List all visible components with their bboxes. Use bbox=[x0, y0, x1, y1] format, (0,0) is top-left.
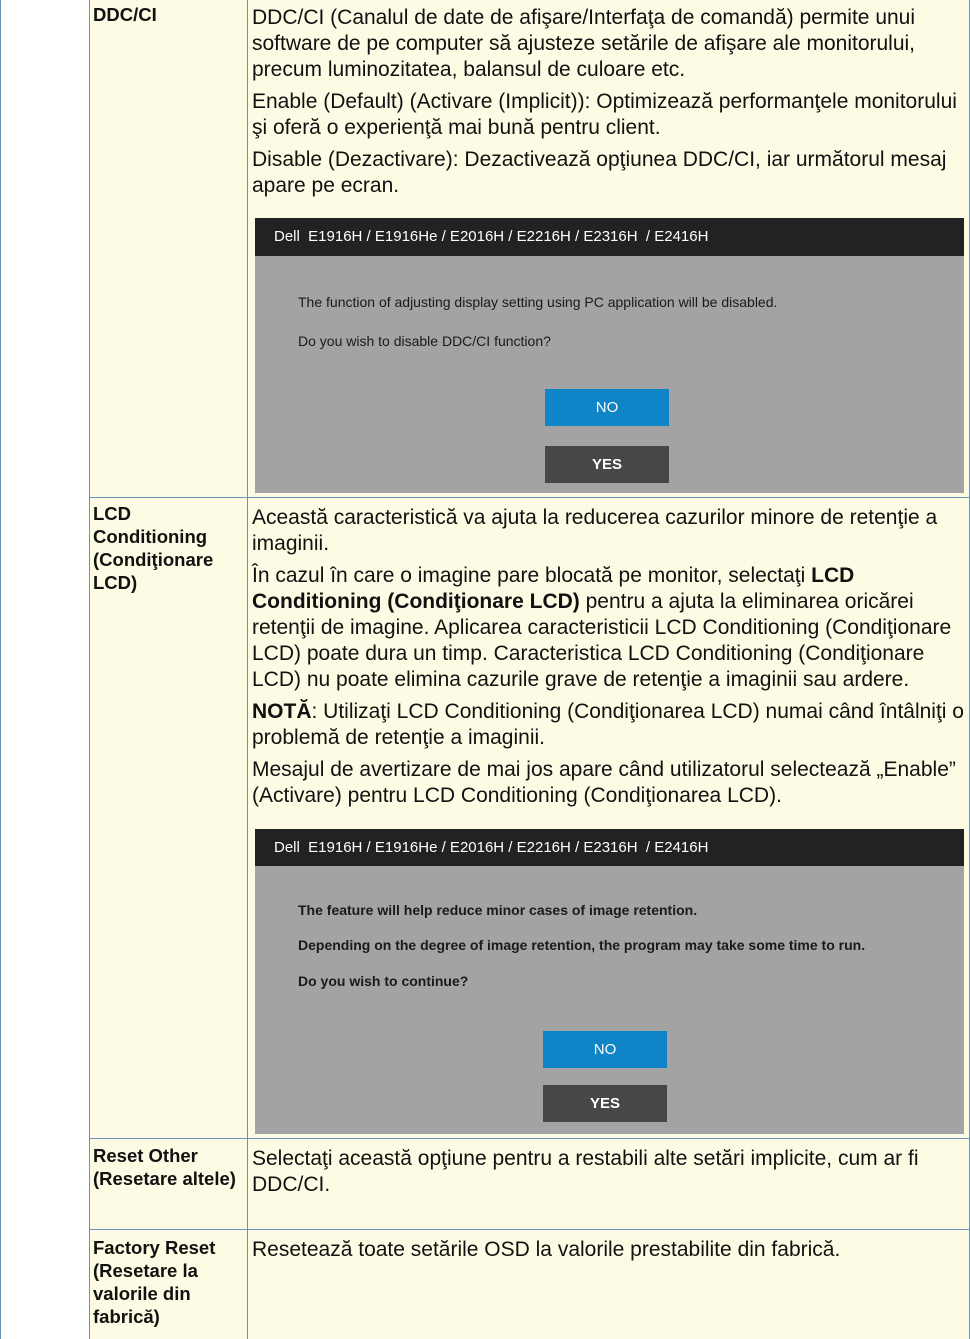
osd-message: The function of adjusting display settin… bbox=[298, 294, 778, 310]
ddc-paragraph-1: DDC/CI (Canalul de date de afişare/Inter… bbox=[252, 6, 916, 81]
table-border-left bbox=[0, 0, 1, 1339]
ddc-label-cell bbox=[90, 0, 247, 497]
lcd-label-cell bbox=[90, 498, 247, 1138]
row-divider bbox=[89, 1229, 970, 1230]
lcd-paragraph-2: În cazul în care o imagine pare blocată … bbox=[252, 563, 970, 693]
ddc-label: DDC/CI bbox=[93, 4, 157, 25]
row-divider bbox=[89, 1138, 970, 1139]
osd-title-bar: Dell E1916H / E1916He / E2016H / E2216H … bbox=[255, 829, 964, 866]
factory-reset-label: Factory Reset (Resetare la valorile din … bbox=[93, 1237, 216, 1327]
lcd-paragraph-4: Mesajul de avertizare de mai jos apare c… bbox=[252, 758, 956, 807]
osd-message: Depending on the degree of image retenti… bbox=[298, 937, 866, 953]
lcd-osd-dialog: Dell E1916H / E1916He / E2016H / E2216H … bbox=[255, 829, 964, 1134]
ddc-paragraph-2: Enable (Default) (Activare (Implicit)): … bbox=[252, 90, 957, 139]
reset-other-description: Selectaţi această opţiune pentru a resta… bbox=[252, 1147, 919, 1196]
ddc-paragraph-3: Disable (Dezactivare): Dezactivează opţi… bbox=[252, 148, 947, 197]
osd-question: Do you wish to continue? bbox=[298, 973, 469, 989]
ddc-osd-dialog: Dell E1916H / E1916He / E2016H / E2216H … bbox=[255, 218, 964, 493]
settings-table: DDC/CI DDC/CI (Canalul de date de afişar… bbox=[0, 0, 970, 1339]
lcd-paragraph-2-text: În cazul în care o imagine pare blocată … bbox=[252, 564, 812, 587]
factory-reset-description: Resetează toate setările OSD la valorile… bbox=[252, 1238, 841, 1261]
osd-message: The feature will help reduce minor cases… bbox=[298, 902, 698, 918]
osd-no-button[interactable]: NO bbox=[545, 389, 669, 426]
reset-other-label: Reset Other (Resetare altele) bbox=[93, 1145, 236, 1189]
lcd-description: Această caracteristică va ajuta la reduc… bbox=[252, 505, 970, 809]
osd-no-button[interactable]: NO bbox=[543, 1031, 667, 1068]
osd-yes-button[interactable]: YES bbox=[543, 1085, 667, 1122]
osd-title-bar: Dell E1916H / E1916He / E2016H / E2216H … bbox=[255, 218, 964, 256]
lcd-paragraph-1: Această caracteristică va ajuta la reduc… bbox=[252, 506, 938, 555]
lcd-note: NOTĂ: Utilizaţi LCD Conditioning (Condiţ… bbox=[252, 699, 970, 751]
ddc-description: DDC/CI (Canalul de date de afişare/Inter… bbox=[252, 5, 970, 199]
lcd-note-label: NOTĂ bbox=[252, 700, 312, 723]
lcd-label: LCD Conditioning (Condiţionare LCD) bbox=[93, 503, 214, 593]
row-divider bbox=[89, 497, 970, 498]
osd-yes-button[interactable]: YES bbox=[545, 446, 669, 483]
lcd-note-text: : Utilizaţi LCD Conditioning (Condiţiona… bbox=[252, 700, 964, 749]
osd-question: Do you wish to disable DDC/CI function? bbox=[298, 333, 551, 349]
